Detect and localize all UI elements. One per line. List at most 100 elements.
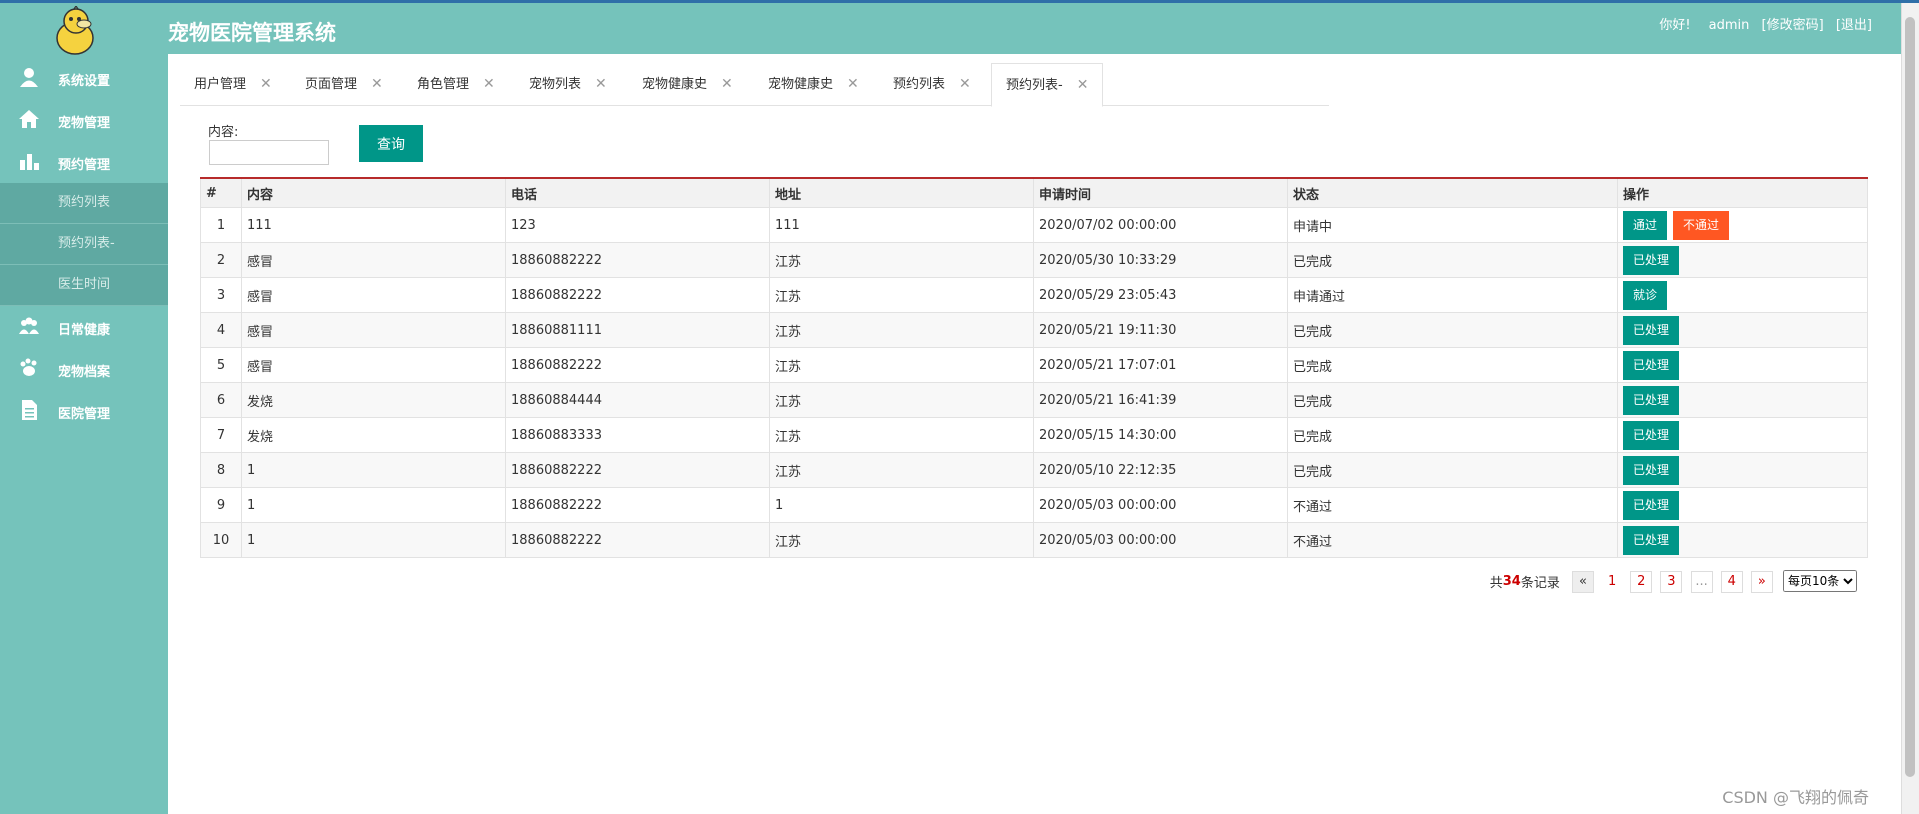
close-icon[interactable]: ✕: [371, 76, 383, 92]
table-cell-no: 3: [200, 277, 242, 313]
column-header: 状态: [1287, 177, 1618, 208]
table-cell-time: 2020/05/10 22:12:35: [1033, 452, 1288, 488]
table-cell-actions: 通过 不通过: [1617, 207, 1868, 243]
visit-button[interactable]: 就诊: [1623, 280, 1668, 310]
processed-button[interactable]: 已处理: [1623, 315, 1680, 345]
table-row: 10 1 18860882222 江苏 2020/05/03 00:00:00 不通过 已处…: [200, 522, 1868, 558]
user-info: 你好! admin [修改密码] [退出]: [1651, 14, 1872, 33]
sidebar-item-label: 预约管理: [58, 158, 111, 173]
tab-appointment-list-2[interactable]: 预约列表- ✕: [991, 63, 1104, 107]
tab-pet-list[interactable]: 宠物列表 ✕: [529, 63, 607, 105]
table-cell-status: 不通过: [1287, 522, 1618, 558]
tab-pet-health-history[interactable]: 宠物健康史 ✕: [642, 63, 733, 105]
close-icon[interactable]: ✕: [595, 76, 607, 92]
table-cell-time: 2020/05/03 00:00:00: [1033, 522, 1288, 558]
submenu-item-appointment-list-2[interactable]: 预约列表-: [0, 224, 168, 265]
table-cell-content: 1: [241, 487, 506, 523]
table-cell-address: 江苏: [769, 347, 1034, 383]
sidebar-item-label: 日常健康: [58, 323, 111, 338]
table-cell-no: 9: [200, 487, 242, 523]
table-cell-content: 感冒: [241, 277, 506, 313]
table-cell-no: 7: [200, 417, 242, 453]
tab-label: 宠物列表: [529, 77, 582, 92]
greeting-text: 你好!: [1659, 18, 1691, 33]
table-cell-actions: 已处理: [1617, 417, 1868, 453]
table-cell-time: 2020/05/15 14:30:00: [1033, 417, 1288, 453]
table-cell-time: 2020/05/29 23:05:43: [1033, 277, 1288, 313]
table-cell-content: 感冒: [241, 242, 506, 278]
search-label: 内容:: [208, 125, 239, 140]
appointment-table: # 内容 电话 地址 申请时间 状态 操作 1 111 123 111 2020/07/…: [200, 177, 1868, 558]
close-icon[interactable]: ✕: [959, 76, 971, 92]
processed-button[interactable]: 已处理: [1623, 525, 1680, 555]
table-row: 2 感冒 18860882222 江苏 2020/05/30 10:33:29 已完成 已处…: [200, 242, 1868, 278]
table-cell-phone: 18860882222: [505, 277, 770, 313]
processed-button[interactable]: 已处理: [1623, 245, 1680, 275]
processed-button[interactable]: 已处理: [1623, 490, 1680, 520]
logout-link[interactable]: [退出]: [1836, 18, 1872, 33]
page-button[interactable]: 4: [1720, 570, 1743, 593]
close-icon[interactable]: ✕: [260, 76, 272, 92]
tab-label: 预约列表: [893, 77, 946, 92]
sidebar-item-pet-management[interactable]: 宠物管理: [0, 99, 168, 141]
search-form: 内容:: [208, 121, 238, 140]
table-cell-no: 2: [200, 242, 242, 278]
processed-button[interactable]: 已处理: [1623, 420, 1680, 450]
table-cell-actions: 已处理: [1617, 452, 1868, 488]
page-button[interactable]: 1: [1602, 572, 1622, 592]
table-cell-time: 2020/05/30 10:33:29: [1033, 242, 1288, 278]
table-cell-content: 感冒: [241, 312, 506, 348]
change-password-link[interactable]: [修改密码]: [1762, 18, 1824, 33]
table-cell-status: 已完成: [1287, 242, 1618, 278]
sidebar-item-system-settings[interactable]: 系统设置: [0, 57, 168, 99]
total-prefix: 共: [1489, 576, 1503, 591]
sidebar-item-pet-archive[interactable]: 宠物档案: [0, 348, 168, 390]
table-cell-status: 已完成: [1287, 417, 1618, 453]
close-icon[interactable]: ✕: [847, 76, 859, 92]
prev-page-button[interactable]: «: [1572, 570, 1595, 593]
table-cell-address: 江苏: [769, 452, 1034, 488]
table-cell-no: 10: [200, 522, 242, 558]
page-size-select[interactable]: 每页10条: [1783, 570, 1857, 592]
close-icon[interactable]: ✕: [483, 76, 495, 92]
table-cell-content: 1: [241, 452, 506, 488]
table-cell-status: 已完成: [1287, 347, 1618, 383]
tab-label: 角色管理: [417, 77, 470, 92]
submenu-item-doctor-time[interactable]: 医生时间: [0, 265, 168, 306]
tab-appointment-list[interactable]: 预约列表 ✕: [893, 63, 971, 105]
approve-button[interactable]: 通过: [1623, 210, 1668, 240]
submenu-item-appointment-list[interactable]: 预约列表: [0, 183, 168, 224]
search-input[interactable]: [209, 140, 329, 165]
reject-button[interactable]: 不通过: [1673, 210, 1730, 240]
scrollbar-thumb[interactable]: [1905, 17, 1915, 777]
page-button[interactable]: 3: [1660, 570, 1683, 593]
sidebar-item-hospital-management[interactable]: 医院管理: [0, 390, 168, 432]
tab-user-management[interactable]: 用户管理 ✕: [194, 63, 272, 105]
tab-bar: 用户管理 ✕ 页面管理 ✕ 角色管理 ✕ 宠物列表 ✕ 宠物健康史 ✕ 宠物健康史 ✕ 预约…: [180, 63, 1329, 107]
table-row: 5 感冒 18860882222 江苏 2020/05/21 17:07:01 已完成 已处…: [200, 347, 1868, 383]
table-cell-address: 江苏: [769, 382, 1034, 418]
total-suffix: 条记录: [1520, 576, 1560, 591]
column-header: #: [200, 177, 242, 208]
processed-button[interactable]: 已处理: [1623, 455, 1680, 485]
tab-role-management[interactable]: 角色管理 ✕: [417, 63, 495, 105]
duck-logo-icon: [56, 6, 94, 55]
table-cell-phone: 18860882222: [505, 522, 770, 558]
submenu-appointment: 预约列表 预约列表- 医生时间: [0, 183, 168, 306]
sidebar-item-daily-health[interactable]: 日常健康: [0, 306, 168, 348]
table-cell-status: 已完成: [1287, 312, 1618, 348]
table-row: 4 感冒 18860881111 江苏 2020/05/21 19:11:30 已完成 已处…: [200, 312, 1868, 348]
table-cell-address: 江苏: [769, 522, 1034, 558]
sidebar-item-appointment-management[interactable]: 预约管理: [0, 141, 168, 183]
next-page-button[interactable]: »: [1750, 570, 1773, 593]
close-icon[interactable]: ✕: [721, 76, 733, 92]
close-icon[interactable]: ✕: [1077, 77, 1089, 93]
processed-button[interactable]: 已处理: [1623, 385, 1680, 415]
tab-page-management[interactable]: 页面管理 ✕: [305, 63, 383, 105]
processed-button[interactable]: 已处理: [1623, 350, 1680, 380]
search-button[interactable]: 查询: [359, 125, 423, 162]
scrollbar[interactable]: [1901, 3, 1919, 814]
tab-pet-health-history-2[interactable]: 宠物健康史 ✕: [768, 63, 859, 105]
page-button[interactable]: 2: [1630, 570, 1653, 593]
table-cell-actions: 已处理: [1617, 242, 1868, 278]
